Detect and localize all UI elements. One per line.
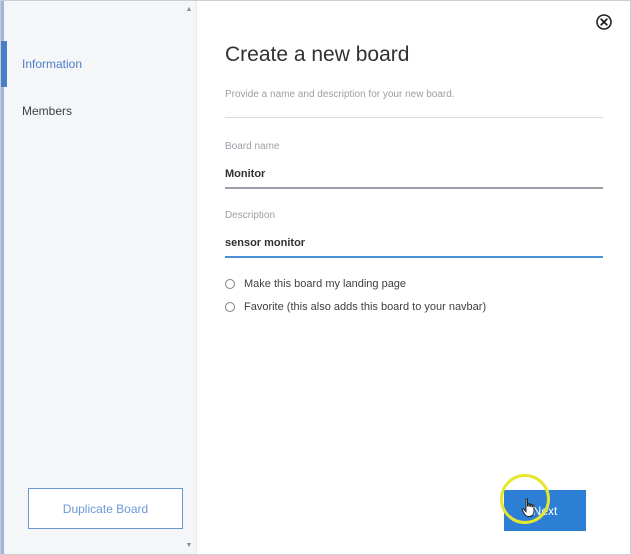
close-icon[interactable] — [596, 14, 612, 30]
description-underline — [225, 256, 603, 258]
chevron-down-icon[interactable]: ▼ — [184, 541, 194, 551]
board-name-underline — [225, 187, 603, 189]
next-button[interactable]: Next — [504, 490, 586, 531]
option-label: Favorite (this also adds this board to y… — [244, 301, 487, 313]
radio-button[interactable] — [225, 302, 235, 312]
landing-page-option[interactable]: Make this board my landing page — [225, 276, 406, 292]
description-label: Description — [225, 210, 276, 221]
divider — [225, 117, 603, 118]
chevron-up-icon[interactable]: ▲ — [184, 5, 194, 15]
duplicate-board-button[interactable]: Duplicate Board — [28, 488, 183, 529]
favorite-option[interactable]: Favorite (this also adds this board to y… — [225, 299, 486, 315]
page-subtitle: Provide a name and description for your … — [225, 89, 455, 100]
option-label: Make this board my landing page — [244, 278, 407, 290]
board-name-label: Board name — [225, 141, 280, 152]
sidebar-item-information[interactable]: Information — [1, 41, 194, 87]
sidebar-item-label: Members — [22, 104, 73, 118]
page-title: Create a new board — [225, 43, 410, 66]
sidebar: ▲ Information Members Duplicate Board ▼ — [1, 1, 197, 554]
sidebar-item-label: Information — [22, 57, 83, 71]
radio-button[interactable] — [225, 279, 235, 289]
create-board-dialog: ▲ Information Members Duplicate Board ▼ … — [0, 0, 631, 555]
description-input[interactable] — [225, 232, 603, 254]
sidebar-item-members[interactable]: Members — [1, 88, 194, 134]
board-name-input[interactable] — [225, 163, 603, 185]
